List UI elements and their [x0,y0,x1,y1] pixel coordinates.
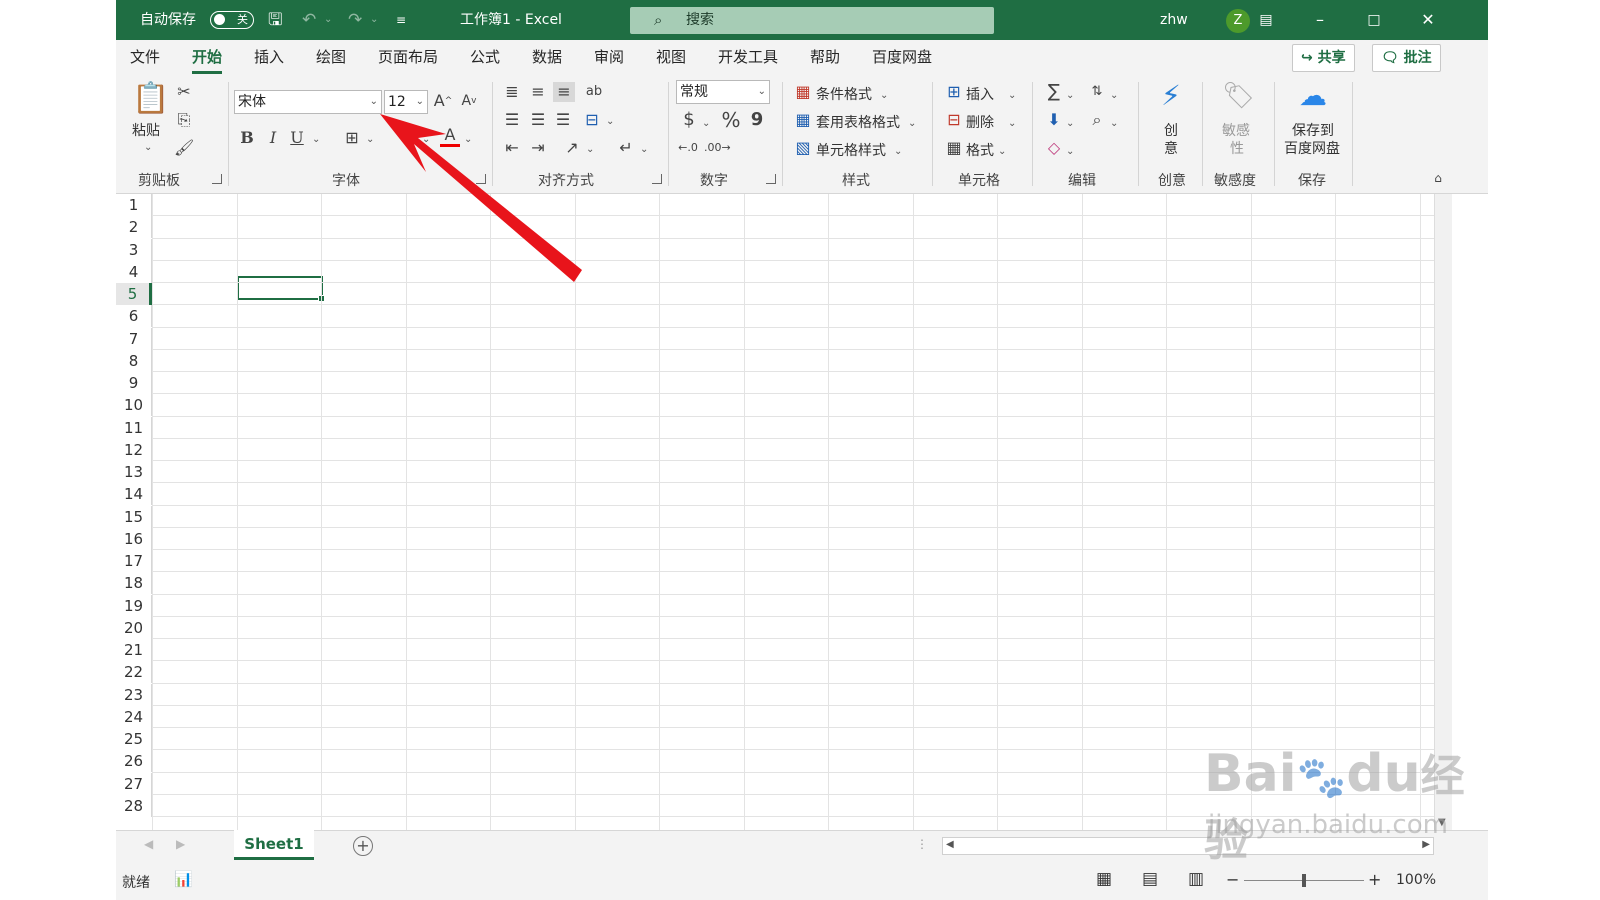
watermark-brand: Bai🐾du经验 [1204,740,1488,868]
watermark-url: jingyan.baidu.com [1208,810,1448,840]
watermark-brand-part1: Bai [1204,744,1297,804]
paw-icon: 🐾 [1296,755,1347,801]
excel-window: 自动保存 关 🖫 ↶ ⌄ ↷ ⌄ ≡ 工作簿1 - Excel ⌕ 搜索 zhw… [116,0,1488,900]
watermark-brand-part2: du [1346,744,1421,804]
arrow-shape [380,114,582,282]
